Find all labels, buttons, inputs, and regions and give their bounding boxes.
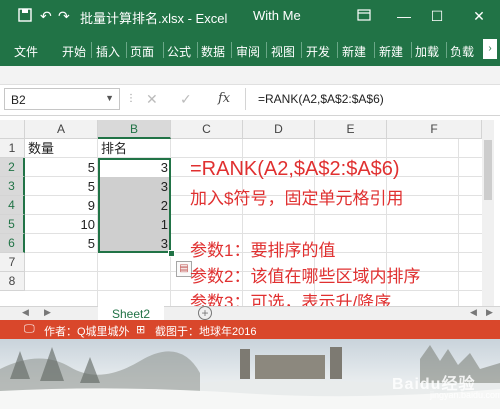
row-header-6[interactable]: 6 (0, 234, 25, 253)
tab-addins[interactable]: 加载 (415, 43, 439, 60)
minimize-icon[interactable]: — (392, 5, 416, 27)
tab-new-2[interactable]: 新建 (379, 43, 403, 60)
monitor-icon: 🖵 (24, 323, 35, 335)
tab-separator (301, 42, 302, 58)
tab-separator (231, 42, 232, 58)
row-header-4[interactable]: 4 (0, 196, 25, 215)
cell-b6[interactable]: 3 (98, 234, 171, 253)
annotation-param2: 参数2：该值在哪些区域内排序 (190, 267, 421, 286)
watermark-url: jingyan.baidu.com (430, 390, 500, 400)
row-header-7[interactable]: 7 (0, 253, 25, 272)
chevron-down-icon[interactable]: ▼ (105, 93, 114, 103)
scroll-left-icon[interactable]: ◀ (470, 307, 477, 318)
cancel-icon[interactable]: ✕ (146, 91, 158, 108)
row-header-1[interactable]: 1 (0, 139, 25, 158)
column-header-d[interactable]: D (243, 120, 315, 139)
tab-separator (337, 42, 338, 58)
formula-bar-grip-icon[interactable]: ⋮ (126, 93, 136, 104)
ribbon-tabs: 文件 开始 插入 页面 公式 数据 审阅 视图 开发 新建 新建 加载 负载 › (0, 33, 500, 66)
add-sheet-button[interactable]: + (198, 306, 212, 320)
tab-separator (126, 42, 127, 58)
tab-insert[interactable]: 插入 (96, 43, 120, 60)
cell-a2[interactable]: 5 (25, 158, 98, 177)
gridline (458, 139, 459, 306)
vertical-scrollbar[interactable] (482, 120, 494, 306)
row-header-8[interactable]: 8 (0, 272, 25, 291)
annotation-param1: 参数1：要排序的值 (190, 241, 336, 260)
next-sheet-icon[interactable]: ▶ (44, 307, 51, 318)
cell-a6[interactable]: 5 (25, 234, 98, 253)
row-header-3[interactable]: 3 (0, 177, 25, 196)
cell-b3[interactable]: 3 (98, 177, 171, 196)
tab-separator (163, 42, 164, 58)
tab-data[interactable]: 数据 (201, 43, 225, 60)
tab-separator (446, 42, 447, 58)
tab-formulas[interactable]: 公式 (167, 43, 191, 60)
tab-separator (197, 42, 198, 58)
close-icon[interactable]: ✕ (467, 5, 491, 27)
save-icon[interactable] (18, 8, 32, 25)
tab-load[interactable]: 负载 (450, 43, 474, 60)
ribbon-body-collapsed (0, 66, 500, 85)
prev-sheet-icon[interactable]: ◀ (22, 307, 29, 318)
row-header-5[interactable]: 5 (0, 215, 25, 234)
column-header-e[interactable]: E (315, 120, 387, 139)
tab-file[interactable]: 文件 (14, 43, 38, 60)
author-text: 作者：Q城里城外 (44, 326, 130, 338)
formula-bar: B2 ▼ ⋮ ✕ ✓ fx =RANK(A2,$A$2:$A$6) (0, 85, 500, 116)
cell-a5[interactable]: 10 (25, 215, 98, 234)
formula-text: =RANK(A2,$A$2:$A$6) (258, 92, 384, 106)
tab-separator (266, 42, 267, 58)
column-header-f[interactable]: F (387, 120, 482, 139)
confirm-icon[interactable]: ✓ (180, 91, 192, 108)
scrollbar-thumb[interactable] (484, 140, 492, 200)
title-bar: ↶ ↷ 批量计算排名.xlsx - Excel With Me — ☐ ✕ (0, 0, 500, 33)
cell-a1[interactable]: 数量 (25, 139, 98, 158)
cell-b5[interactable]: 1 (98, 215, 171, 234)
cell-b1[interactable]: 排名 (98, 139, 171, 158)
undo-icon[interactable]: ↶ (40, 8, 52, 24)
window-title: 批量计算排名.xlsx - Excel (80, 11, 228, 26)
sheet-tab-bar (0, 306, 500, 321)
name-box-value: B2 (11, 93, 26, 107)
annotation-formula: =RANK(A2,$A$2:$A$6) (190, 158, 400, 180)
cell-b4[interactable]: 2 (98, 196, 171, 215)
annotation-note: 加入$符号，固定单元格引用 (190, 189, 404, 208)
screenshot-icon: ⊞ (136, 324, 146, 336)
scroll-right-icon[interactable]: ▶ (486, 307, 493, 318)
cell-a4[interactable]: 9 (25, 196, 98, 215)
tab-separator (91, 42, 92, 58)
tab-review[interactable]: 审阅 (236, 43, 260, 60)
insert-function-icon[interactable]: fx (218, 91, 230, 106)
formula-input[interactable]: =RANK(A2,$A$2:$A$6) (245, 88, 496, 110)
cell-b2[interactable]: 3 (98, 158, 171, 177)
cell-a3[interactable]: 5 (25, 177, 98, 196)
redo-icon[interactable]: ↷ (58, 8, 70, 24)
tab-view[interactable]: 视图 (271, 43, 295, 60)
column-header-c[interactable]: C (171, 120, 243, 139)
tab-separator (411, 42, 412, 58)
select-all-corner[interactable] (0, 120, 25, 139)
tab-page-layout[interactable]: 页面 (130, 43, 154, 60)
maximize-icon[interactable]: ☐ (425, 5, 449, 27)
row-header-2[interactable]: 2 (0, 158, 25, 177)
screenshot-text: 截图于：地球年2016 (155, 326, 257, 338)
tab-separator (374, 42, 375, 58)
column-header-b[interactable]: B (98, 120, 171, 139)
ribbon-options-icon[interactable] (352, 5, 376, 27)
ribbon-more-button[interactable]: › (483, 39, 497, 59)
tab-home[interactable]: 开始 (62, 43, 86, 60)
tab-new-1[interactable]: 新建 (342, 43, 366, 60)
author-banner: 🖵 作者：Q城里城外 ⊞ 截图于：地球年2016 (0, 320, 500, 339)
tab-developer[interactable]: 开发 (306, 43, 330, 60)
user-name[interactable]: With Me (253, 8, 301, 23)
name-box[interactable]: B2 ▼ (4, 88, 120, 110)
column-header-a[interactable]: A (25, 120, 98, 139)
